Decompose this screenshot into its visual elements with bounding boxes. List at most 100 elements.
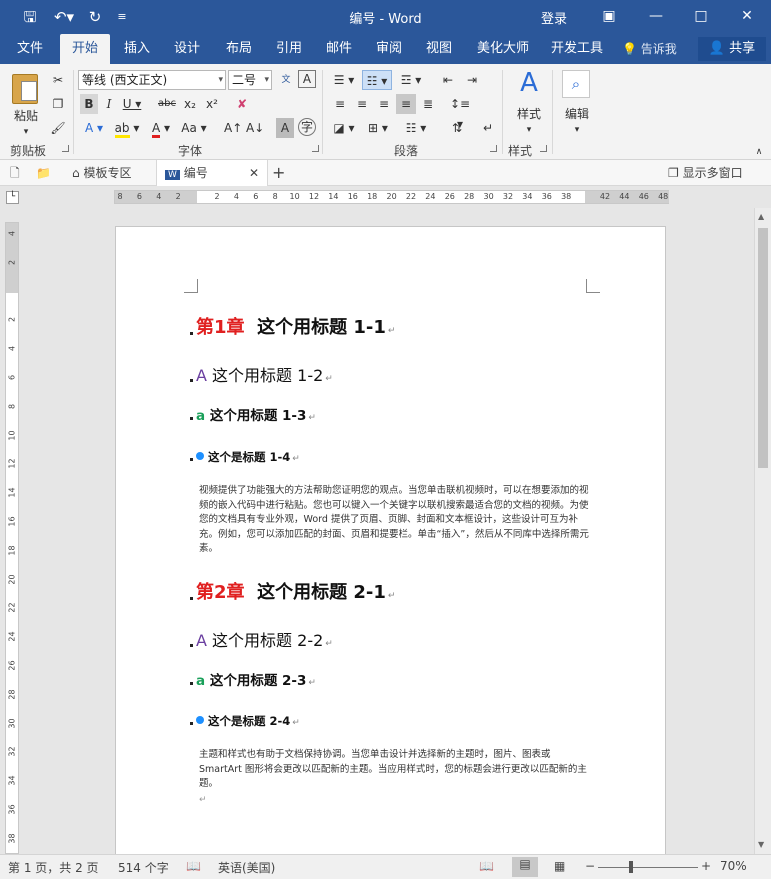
phonetic-guide-icon[interactable]: 文 bbox=[276, 70, 296, 90]
font-color-icon[interactable]: A ▾ bbox=[146, 118, 176, 138]
tab-insert[interactable]: 插入 bbox=[116, 34, 158, 64]
heading-3[interactable]: a 这个用标题 2-3 ↵ bbox=[190, 669, 316, 689]
tab-template-zone[interactable]: ⌂ 模板专区 bbox=[64, 160, 154, 186]
tab-current-document[interactable]: W 编号 ✕ bbox=[156, 160, 268, 186]
web-layout-icon[interactable]: ▦ bbox=[554, 859, 565, 873]
zoom-in-icon[interactable]: + bbox=[701, 859, 711, 873]
borders-icon[interactable]: ⊞ ▾ bbox=[364, 118, 392, 138]
tab-design[interactable]: 设计 bbox=[166, 34, 208, 64]
new-doc-icon[interactable]: 🗋 bbox=[10, 160, 26, 186]
tab-file[interactable]: 文件 bbox=[8, 34, 52, 64]
shading-icon[interactable]: ◪ ▾ bbox=[330, 118, 358, 138]
tab-view[interactable]: 视图 bbox=[418, 34, 460, 64]
minimize-icon[interactable]: — bbox=[642, 4, 670, 28]
tab-home[interactable]: 开始 bbox=[60, 34, 110, 64]
folder-icon[interactable]: 📁 bbox=[36, 160, 54, 186]
heading-1[interactable]: 第2章 这个用标题 2-1 ↵ bbox=[190, 578, 395, 604]
align-center-icon[interactable]: ≡ bbox=[352, 94, 372, 114]
horizontal-ruler[interactable]: 8 6 4 2 2 4 6 8 10 12 14 16 18 20 22 24 26 28 30 32 34 36 38 42… bbox=[114, 190, 669, 204]
heading-2[interactable]: A 这个用标题 2-2 ↵ bbox=[190, 627, 333, 651]
search-icon[interactable]: ⌕ bbox=[562, 70, 590, 98]
zoom-out-icon[interactable]: − bbox=[585, 859, 595, 873]
italic-icon[interactable]: I bbox=[100, 94, 118, 114]
subscript-icon[interactable]: x₂ bbox=[180, 94, 200, 114]
empty-paragraph-mark[interactable]: ↵ bbox=[199, 793, 589, 808]
scroll-down-icon[interactable]: ▼ bbox=[758, 840, 764, 849]
enclose-characters-icon[interactable]: 字 bbox=[298, 118, 316, 136]
zoom-level[interactable]: 70% bbox=[720, 859, 747, 873]
clear-formatting-icon[interactable]: ✘ bbox=[232, 94, 252, 114]
heading-2[interactable]: A 这个用标题 1-2 ↵ bbox=[190, 362, 333, 386]
multi-window-button[interactable]: ❐ 显示多窗口 bbox=[668, 160, 768, 186]
copy-icon[interactable]: ❐ bbox=[48, 94, 68, 114]
multilevel-list-icon[interactable]: ☲ ▾ bbox=[396, 70, 426, 90]
vertical-scrollbar[interactable]: ▲ ▼ bbox=[754, 208, 771, 854]
paragraph-launcher-icon[interactable] bbox=[490, 145, 497, 152]
grow-font-icon[interactable]: A↑ bbox=[224, 118, 242, 138]
bullets-icon[interactable]: ☰ ▾ bbox=[330, 70, 358, 90]
tell-me[interactable]: 💡 告诉我 bbox=[622, 34, 677, 64]
paste-dropdown-icon[interactable]: ▾ bbox=[18, 122, 34, 142]
highlight-icon[interactable]: ab ▾ bbox=[112, 118, 142, 138]
tab-review[interactable]: 审阅 bbox=[368, 34, 410, 64]
increase-indent-icon[interactable]: ⇥ bbox=[462, 70, 482, 90]
sort-icon[interactable]: ⇅ bbox=[446, 118, 468, 138]
font-launcher-icon[interactable] bbox=[312, 145, 319, 152]
page-count[interactable]: 第 1 页，共 2 页 bbox=[8, 859, 99, 876]
tab-selector-icon[interactable]: └ bbox=[6, 191, 19, 204]
word-count[interactable]: 514 个字 bbox=[118, 859, 169, 876]
clipboard-launcher-icon[interactable] bbox=[62, 145, 69, 152]
character-border-icon[interactable]: A bbox=[298, 70, 316, 88]
scroll-up-icon[interactable]: ▲ bbox=[758, 212, 764, 221]
format-painter-icon[interactable]: 🖌 bbox=[48, 118, 68, 138]
superscript-icon[interactable]: x² bbox=[202, 94, 222, 114]
tab-references[interactable]: 引用 bbox=[268, 34, 310, 64]
character-shading-icon[interactable]: A bbox=[276, 118, 294, 138]
heading-3[interactable]: a 这个用标题 1-3 ↵ bbox=[190, 404, 316, 424]
styles-gallery-icon[interactable]: A bbox=[512, 68, 546, 98]
login-button[interactable]: 登录 bbox=[541, 8, 567, 27]
font-name-combo[interactable]: 等线 (西文正文) ▾ bbox=[78, 70, 226, 90]
tab-developer[interactable]: 开发工具 bbox=[546, 34, 608, 64]
close-icon[interactable]: ✕ bbox=[733, 4, 761, 28]
editing-dropdown-icon[interactable]: ▾ bbox=[568, 120, 586, 140]
heading-1[interactable]: 第1章 这个用标题 1-1 ↵ bbox=[190, 313, 395, 339]
close-tab-icon[interactable]: ✕ bbox=[249, 160, 259, 186]
text-effects-icon[interactable]: A ▾ bbox=[80, 118, 108, 138]
zoom-slider-handle[interactable] bbox=[629, 861, 633, 873]
styles-launcher-icon[interactable] bbox=[540, 145, 547, 152]
tab-beautify[interactable]: 美化大师 bbox=[472, 34, 534, 64]
print-layout-icon[interactable]: ▤ bbox=[512, 857, 538, 877]
heading-4[interactable]: 这个是标题 2-4 ↵ bbox=[190, 713, 300, 729]
tab-layout[interactable]: 布局 bbox=[218, 34, 260, 64]
underline-icon[interactable]: U ▾ bbox=[120, 94, 144, 114]
bold-icon[interactable]: B bbox=[80, 94, 98, 114]
font-size-combo[interactable]: 二号 ▾ bbox=[228, 70, 272, 90]
show-marks-icon[interactable]: ↵ bbox=[478, 118, 498, 138]
tab-mailings[interactable]: 邮件 bbox=[318, 34, 360, 64]
strikethrough-icon[interactable]: abc bbox=[156, 94, 178, 114]
body-paragraph[interactable]: 主题和样式也有助于文档保持协调。当您单击设计并选择新的主题时，图片、图表或 Sm… bbox=[199, 748, 589, 792]
share-button[interactable]: 👤 共享 bbox=[698, 37, 766, 61]
align-left-icon[interactable]: ≡ bbox=[330, 94, 350, 114]
justify-icon[interactable]: ≡ bbox=[396, 94, 416, 114]
numbering-icon[interactable]: ☷ ▾ bbox=[362, 70, 392, 90]
vertical-ruler[interactable]: 4 2 2 4 6 8 10 12 14 16 18 20 22 24 26 28 30 32 34 36 38 bbox=[5, 222, 19, 854]
decrease-indent-icon[interactable]: ⇤ bbox=[438, 70, 458, 90]
zoom-slider[interactable] bbox=[598, 867, 698, 868]
body-paragraph[interactable]: 视频提供了功能强大的方法帮助您证明您的观点。当您单击联机视频时，可以在想要添加的… bbox=[199, 484, 589, 557]
chinese-layout-icon[interactable]: ☷ ▾ bbox=[402, 118, 430, 138]
proofing-icon[interactable]: 📖 bbox=[186, 859, 201, 873]
ribbon-display-icon[interactable]: ▣ bbox=[595, 4, 623, 28]
change-case-icon[interactable]: Aa ▾ bbox=[180, 118, 208, 138]
paste-icon[interactable] bbox=[12, 74, 38, 104]
document-page[interactable]: 第1章 这个用标题 1-1 ↵ A 这个用标题 1-2 ↵ a 这个用标题 1-3 ↵… bbox=[115, 226, 666, 866]
cut-icon[interactable]: ✂ bbox=[48, 70, 68, 90]
line-spacing-icon[interactable]: ↕≡ ▾ bbox=[446, 94, 474, 131]
heading-4[interactable]: 这个是标题 1-4 ↵ bbox=[190, 449, 300, 465]
maximize-icon[interactable]: □ bbox=[687, 4, 715, 28]
distributed-icon[interactable]: ≣ bbox=[418, 94, 438, 114]
read-mode-icon[interactable]: 📖 bbox=[479, 859, 494, 873]
collapse-ribbon-icon[interactable]: ∧ bbox=[752, 142, 766, 162]
new-tab-icon[interactable]: + bbox=[272, 160, 290, 186]
